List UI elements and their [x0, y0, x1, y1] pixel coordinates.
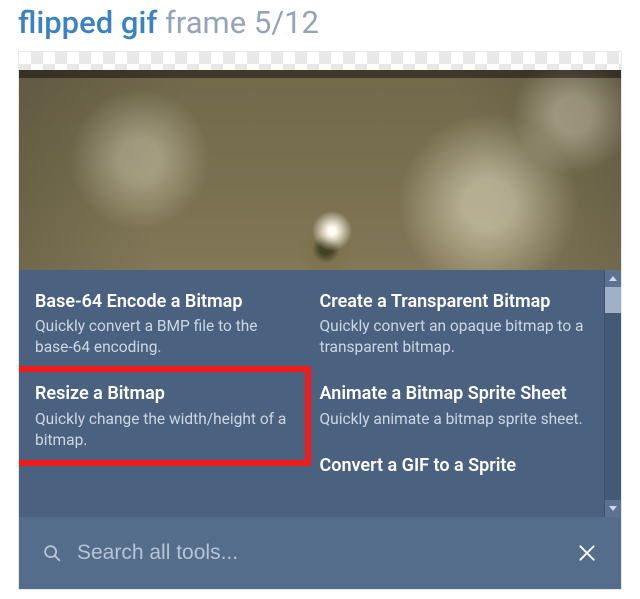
- app-root: flipped gif frame 5/12 Base-64 Encode a …: [0, 0, 640, 599]
- title-name: flipped gif: [18, 4, 157, 41]
- tools-columns: Base-64 Encode a Bitmap Quickly convert …: [19, 270, 604, 517]
- tools-scrollbar[interactable]: [604, 270, 621, 517]
- tool-desc: Quickly animate a bitmap sprite sheet.: [320, 409, 593, 430]
- chevron-up-icon: [609, 276, 617, 281]
- tool-title: Resize a Bitmap: [35, 382, 296, 405]
- scroll-down-button[interactable]: [605, 500, 621, 517]
- tool-title: Convert a GIF to a Sprite: [320, 454, 593, 477]
- chevron-down-icon: [609, 506, 617, 511]
- close-button[interactable]: [573, 539, 601, 567]
- tool-resize-bitmap[interactable]: Resize a Bitmap Quickly change the width…: [19, 372, 312, 464]
- title-frame-info: frame 5/12: [165, 4, 319, 41]
- search-input[interactable]: [77, 541, 559, 565]
- page-title: flipped gif frame 5/12: [18, 0, 622, 51]
- tools-column-left: Base-64 Encode a Bitmap Quickly convert …: [19, 270, 312, 517]
- tool-title: Animate a Bitmap Sprite Sheet: [320, 382, 593, 405]
- tool-create-transparent-bitmap[interactable]: Create a Transparent Bitmap Quickly conv…: [312, 280, 605, 372]
- close-icon: [577, 543, 597, 563]
- search-icon: [41, 542, 63, 564]
- tool-title: Base-64 Encode a Bitmap: [35, 290, 296, 313]
- image-preview[interactable]: Base-64 Encode a Bitmap Quickly convert …: [19, 70, 621, 517]
- scroll-up-button[interactable]: [605, 270, 621, 287]
- preview-panel: Base-64 Encode a Bitmap Quickly convert …: [18, 51, 622, 590]
- tool-base64-encode-bitmap[interactable]: Base-64 Encode a Bitmap Quickly convert …: [19, 280, 312, 372]
- search-bar: [19, 517, 621, 589]
- tools-overlay: Base-64 Encode a Bitmap Quickly convert …: [19, 270, 621, 517]
- tools-column-right: Create a Transparent Bitmap Quickly conv…: [312, 270, 605, 517]
- tool-title: Create a Transparent Bitmap: [320, 290, 593, 313]
- scroll-thumb[interactable]: [605, 287, 621, 313]
- tool-animate-bitmap-sprite-sheet[interactable]: Animate a Bitmap Sprite Sheet Quickly an…: [312, 372, 605, 443]
- tool-desc: Quickly convert an opaque bitmap to a tr…: [320, 316, 593, 358]
- tool-partial[interactable]: Convert a GIF to a Sprite: [312, 444, 605, 477]
- transparency-checker: [19, 52, 621, 70]
- tool-desc: Quickly change the width/height of a bit…: [35, 409, 296, 451]
- scroll-track[interactable]: [605, 287, 621, 500]
- tool-desc: Quickly convert a BMP file to the base-6…: [35, 316, 296, 358]
